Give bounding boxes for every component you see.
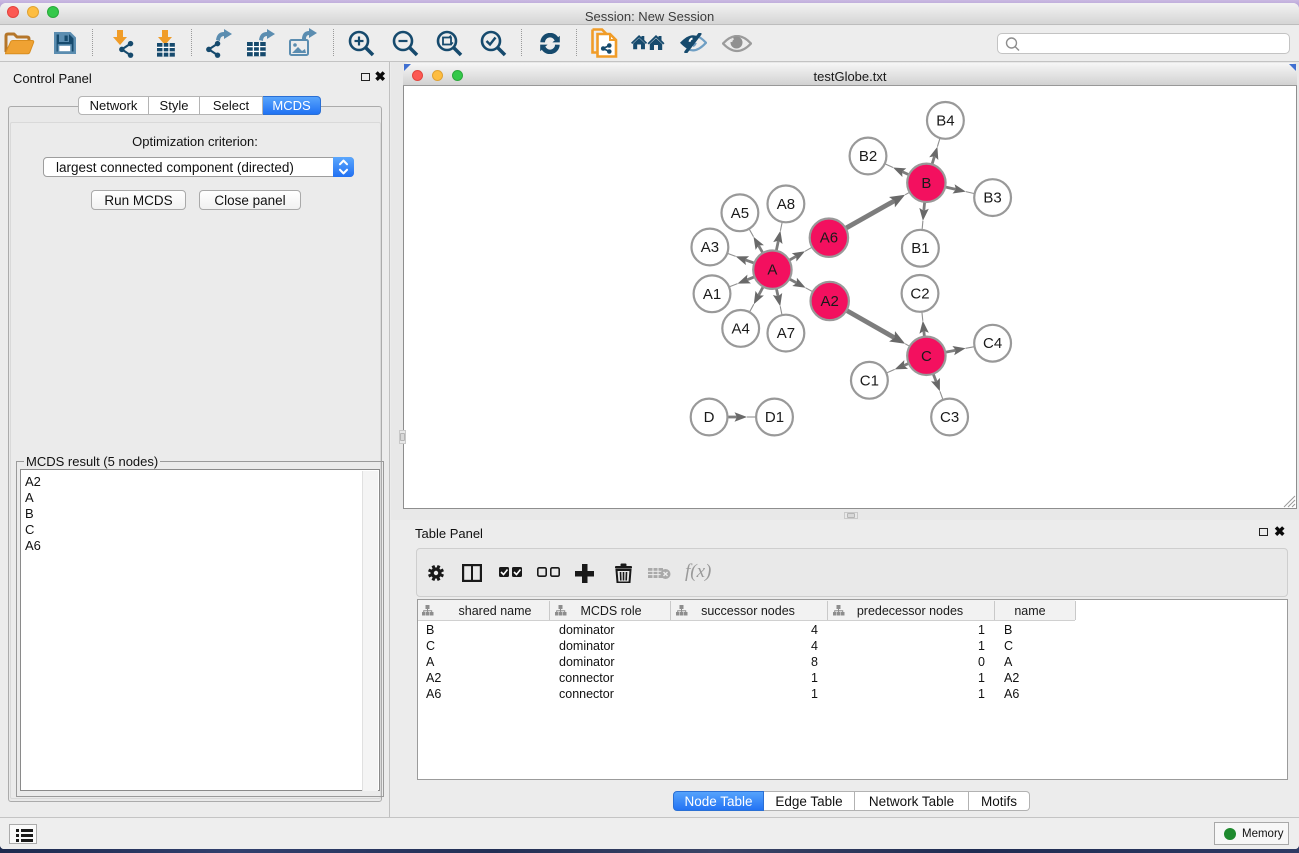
svg-text:A7: A7 [777,325,795,342]
svg-text:C3: C3 [940,409,959,426]
svg-text:B1: B1 [911,240,929,257]
svg-text:B: B [921,175,931,192]
svg-text:D: D [704,409,715,426]
svg-text:C4: C4 [983,335,1002,352]
svg-text:C2: C2 [910,285,929,302]
svg-text:A3: A3 [701,239,719,256]
svg-text:A8: A8 [777,196,795,213]
svg-text:A: A [767,262,777,279]
svg-text:B3: B3 [983,190,1001,207]
svg-text:A5: A5 [731,205,749,222]
svg-text:A4: A4 [732,320,750,337]
svg-text:A1: A1 [703,286,721,303]
svg-text:C: C [921,348,932,365]
svg-text:A6: A6 [820,230,838,247]
svg-text:B2: B2 [859,148,877,165]
svg-text:C1: C1 [860,372,879,389]
svg-text:B4: B4 [936,112,954,129]
svg-text:A2: A2 [821,293,839,310]
svg-text:D1: D1 [765,409,784,426]
